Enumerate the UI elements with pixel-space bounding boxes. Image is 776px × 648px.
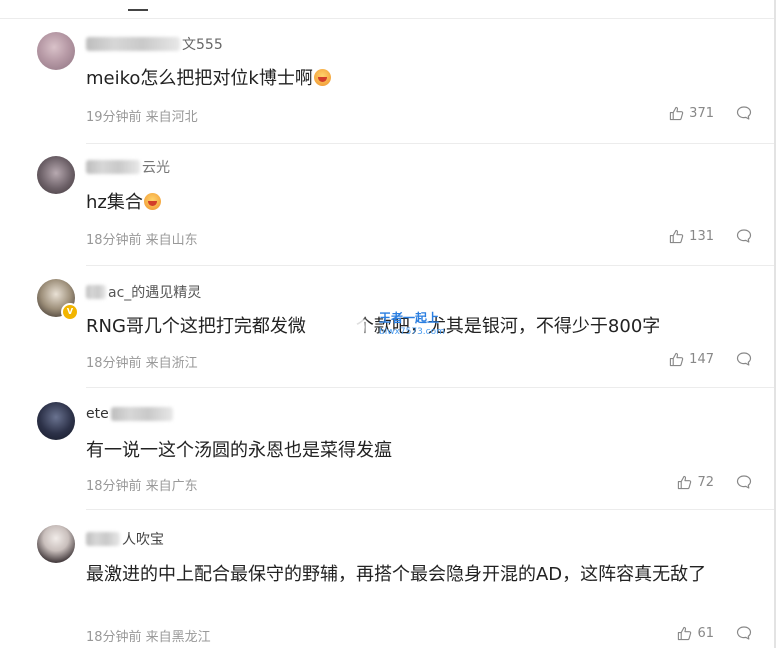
like-count: 131 bbox=[689, 228, 714, 244]
verified-badge-icon: V bbox=[61, 303, 79, 321]
reply-bubble-icon[interactable] bbox=[736, 105, 752, 121]
username-row[interactable]: 人吹宝 bbox=[86, 530, 164, 548]
username: 文555 bbox=[182, 37, 223, 53]
reply-bubble-icon[interactable] bbox=[736, 474, 752, 490]
comment-text: 有一说一这个汤圆的永恩也是菜得发瘟 bbox=[86, 440, 392, 461]
username: ete bbox=[86, 406, 109, 422]
blurred-username bbox=[86, 160, 140, 174]
comment-text-body: RNG哥几个这把打完都发微 bbox=[86, 316, 306, 337]
comment-item: 人吹宝 最激进的中上配合最保守的野辅，再搭个最会隐身开混的AD，这阵容真无敌了 … bbox=[0, 510, 774, 648]
comment-actions: 147 bbox=[669, 351, 752, 367]
comment-item: 文555 meiko怎么把把对位k博士啊 19分钟前 来自河北 371 bbox=[0, 18, 774, 144]
comment-item: 云光 hz集合 18分钟前 来自山东 131 bbox=[0, 144, 774, 266]
comment-item: ete 有一说一这个汤圆的永恩也是菜得发瘟 18分钟前 来自广东 72 bbox=[0, 388, 774, 510]
blurred-username bbox=[86, 532, 120, 546]
site-watermark: 王者一起上 blwx7573.com bbox=[325, 303, 455, 347]
blurred-username bbox=[110, 407, 173, 421]
comment-text: meiko怎么把把对位k博士啊 bbox=[86, 66, 766, 92]
thumbs-up-icon[interactable] bbox=[677, 475, 692, 490]
thumbs-up-icon[interactable] bbox=[669, 229, 684, 244]
top-strip bbox=[0, 0, 776, 19]
username: ac_的遇见精灵 bbox=[108, 285, 202, 301]
username-row[interactable]: 云光 bbox=[86, 158, 170, 176]
comment-text-body: meiko怎么把把对位k博士啊 bbox=[86, 68, 313, 89]
thumbs-up-icon[interactable] bbox=[669, 352, 684, 367]
comment-actions: 371 bbox=[669, 105, 752, 121]
username-row[interactable]: ac_的遇见精灵 bbox=[86, 283, 201, 301]
avatar[interactable] bbox=[37, 156, 75, 194]
comment-feed: 文555 meiko怎么把把对位k博士啊 19分钟前 来自河北 371 云光 h… bbox=[0, 0, 776, 648]
comment-meta: 18分钟前 来自广东 bbox=[86, 479, 198, 494]
watermark-title: 王者一起上 bbox=[379, 311, 440, 325]
comment-actions: 72 bbox=[677, 474, 752, 490]
comment-text: hz集合 bbox=[86, 190, 766, 216]
thumbs-up-icon[interactable] bbox=[677, 626, 692, 641]
blurred-username bbox=[86, 285, 106, 299]
comment-meta: 19分钟前 来自河北 bbox=[86, 110, 198, 125]
comment-text: 最激进的中上配合最保守的野辅，再搭个最会隐身开混的AD，这阵容真无敌了 bbox=[86, 564, 707, 585]
username: 云光 bbox=[142, 160, 170, 176]
comment-meta: 18分钟前 来自浙江 bbox=[86, 356, 198, 371]
like-count: 147 bbox=[689, 351, 714, 367]
comment-actions: 131 bbox=[669, 228, 752, 244]
comment-actions: 61 bbox=[677, 625, 752, 641]
blurred-username bbox=[86, 37, 180, 51]
like-count: 61 bbox=[697, 625, 714, 641]
reply-bubble-icon[interactable] bbox=[736, 228, 752, 244]
laughing-emoji-icon bbox=[313, 69, 331, 86]
like-count: 72 bbox=[697, 474, 714, 490]
like-count: 371 bbox=[689, 105, 714, 121]
reply-bubble-icon[interactable] bbox=[736, 351, 752, 367]
username-row[interactable]: ete bbox=[86, 405, 173, 423]
username-row[interactable]: 文555 bbox=[86, 35, 223, 53]
watermark-url: blwx7573.com bbox=[379, 327, 445, 337]
avatar[interactable] bbox=[37, 525, 75, 563]
reply-bubble-icon[interactable] bbox=[736, 625, 752, 641]
thumbs-up-icon[interactable] bbox=[669, 106, 684, 121]
username: 人吹宝 bbox=[122, 532, 164, 548]
watermark-logo-icon bbox=[325, 307, 365, 347]
collapse-dash bbox=[128, 9, 148, 11]
comment-meta: 18分钟前 来自山东 bbox=[86, 233, 198, 248]
comment-meta: 18分钟前 来自黑龙江 bbox=[86, 630, 211, 645]
avatar[interactable] bbox=[37, 32, 75, 70]
avatar[interactable] bbox=[37, 402, 75, 440]
comment-text-body: hz集合 bbox=[86, 192, 143, 213]
laughing-emoji-icon bbox=[143, 193, 161, 210]
